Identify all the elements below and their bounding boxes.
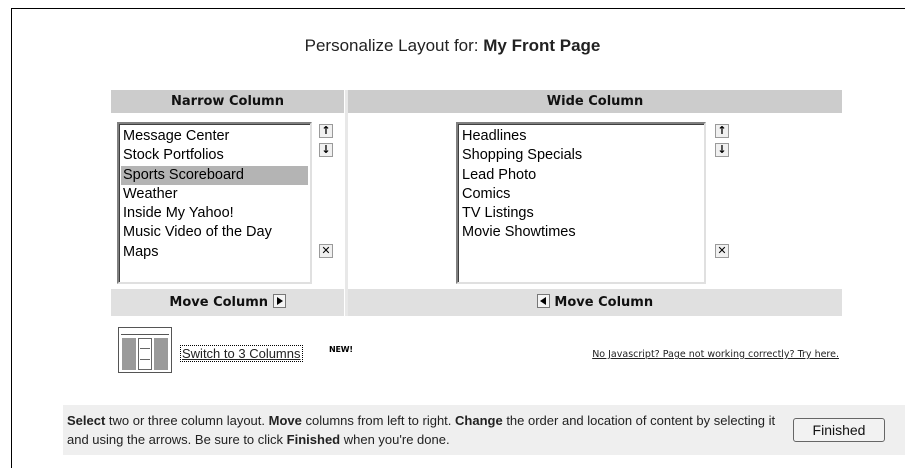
help-text-1: two or three column layout.	[105, 413, 269, 428]
help-bar: Select two or three column layout. Move …	[63, 405, 905, 455]
three-column-layout-icon[interactable]	[118, 327, 172, 373]
narrow-move-down-icon[interactable]: ↓	[319, 143, 333, 157]
move-left-icon[interactable]	[536, 294, 550, 308]
page-title: Personalize Layout for: My Front Page	[0, 36, 905, 56]
new-badge: NEW!	[329, 345, 353, 354]
wide-column-header: Wide Column	[348, 90, 842, 113]
narrow-option[interactable]: Stock Portfolios	[121, 146, 308, 165]
switch-to-3-columns-link[interactable]: Switch to 3 Columns	[180, 345, 303, 362]
wide-move-down-icon[interactable]: ↓	[715, 143, 729, 157]
narrow-column-header: Narrow Column	[111, 90, 344, 113]
narrow-option[interactable]: Inside My Yahoo!	[121, 204, 308, 223]
wide-move-column-label: Move Column	[554, 295, 654, 310]
narrow-option[interactable]: Sports Scoreboard	[121, 165, 308, 185]
wide-option[interactable]: Shopping Specials	[460, 146, 702, 165]
narrow-move-column-bar: Move Column	[111, 289, 344, 316]
help-text-4: when you're done.	[340, 432, 450, 447]
wide-option[interactable]: Movie Showtimes	[460, 223, 702, 242]
help-text: Select two or three column layout. Move …	[67, 411, 782, 449]
help-select: Select	[67, 413, 106, 428]
page-title-prefix: Personalize Layout for:	[304, 36, 479, 55]
thumb-column-left	[122, 338, 136, 370]
help-move: Move	[268, 413, 302, 428]
narrow-column-body: Message Center Stock Portfolios Sports Sco…	[111, 113, 344, 289]
narrow-option[interactable]: Message Center	[121, 127, 308, 146]
wide-option[interactable]: TV Listings	[460, 204, 702, 223]
wide-option[interactable]: Lead Photo	[460, 166, 702, 185]
wide-move-up-icon[interactable]: ↑	[715, 124, 729, 138]
thumb-column-middle	[138, 338, 152, 370]
thumb-header-bar	[121, 330, 169, 335]
finished-button[interactable]: Finished	[793, 418, 885, 442]
narrow-remove-icon[interactable]: ✕	[319, 244, 333, 258]
narrow-column-listbox[interactable]: Message Center Stock Portfolios Sports Sco…	[117, 122, 312, 284]
page-title-name: My Front Page	[483, 36, 601, 55]
help-change: Change	[455, 413, 503, 428]
wide-move-column-bar: Move Column	[348, 289, 842, 316]
wide-option[interactable]: Headlines	[460, 127, 702, 146]
help-finished: Finished	[286, 432, 341, 447]
narrow-option[interactable]: Weather	[121, 185, 308, 204]
no-javascript-link[interactable]: No Javascript? Page not working correctl…	[592, 349, 839, 360]
wide-option[interactable]: Comics	[460, 185, 702, 204]
thumb-column-right	[154, 338, 168, 370]
move-right-icon[interactable]	[272, 294, 286, 308]
wide-remove-icon[interactable]: ✕	[715, 244, 729, 258]
narrow-move-column-label: Move Column	[169, 295, 269, 310]
wide-column-listbox[interactable]: Headlines Shopping Specials Lead Photo Comi…	[456, 122, 706, 284]
layout-editor: Narrow Column Wide Column Message Center…	[111, 90, 842, 316]
help-text-2: columns from left to right.	[301, 413, 456, 428]
narrow-move-up-icon[interactable]: ↑	[319, 124, 333, 138]
frame-top-line	[11, 8, 905, 9]
frame-left-line	[11, 8, 12, 468]
wide-column-body: Headlines Shopping Specials Lead Photo Comi…	[348, 113, 842, 289]
narrow-option[interactable]: Maps	[121, 243, 308, 262]
narrow-option[interactable]: Music Video of the Day	[121, 223, 308, 242]
